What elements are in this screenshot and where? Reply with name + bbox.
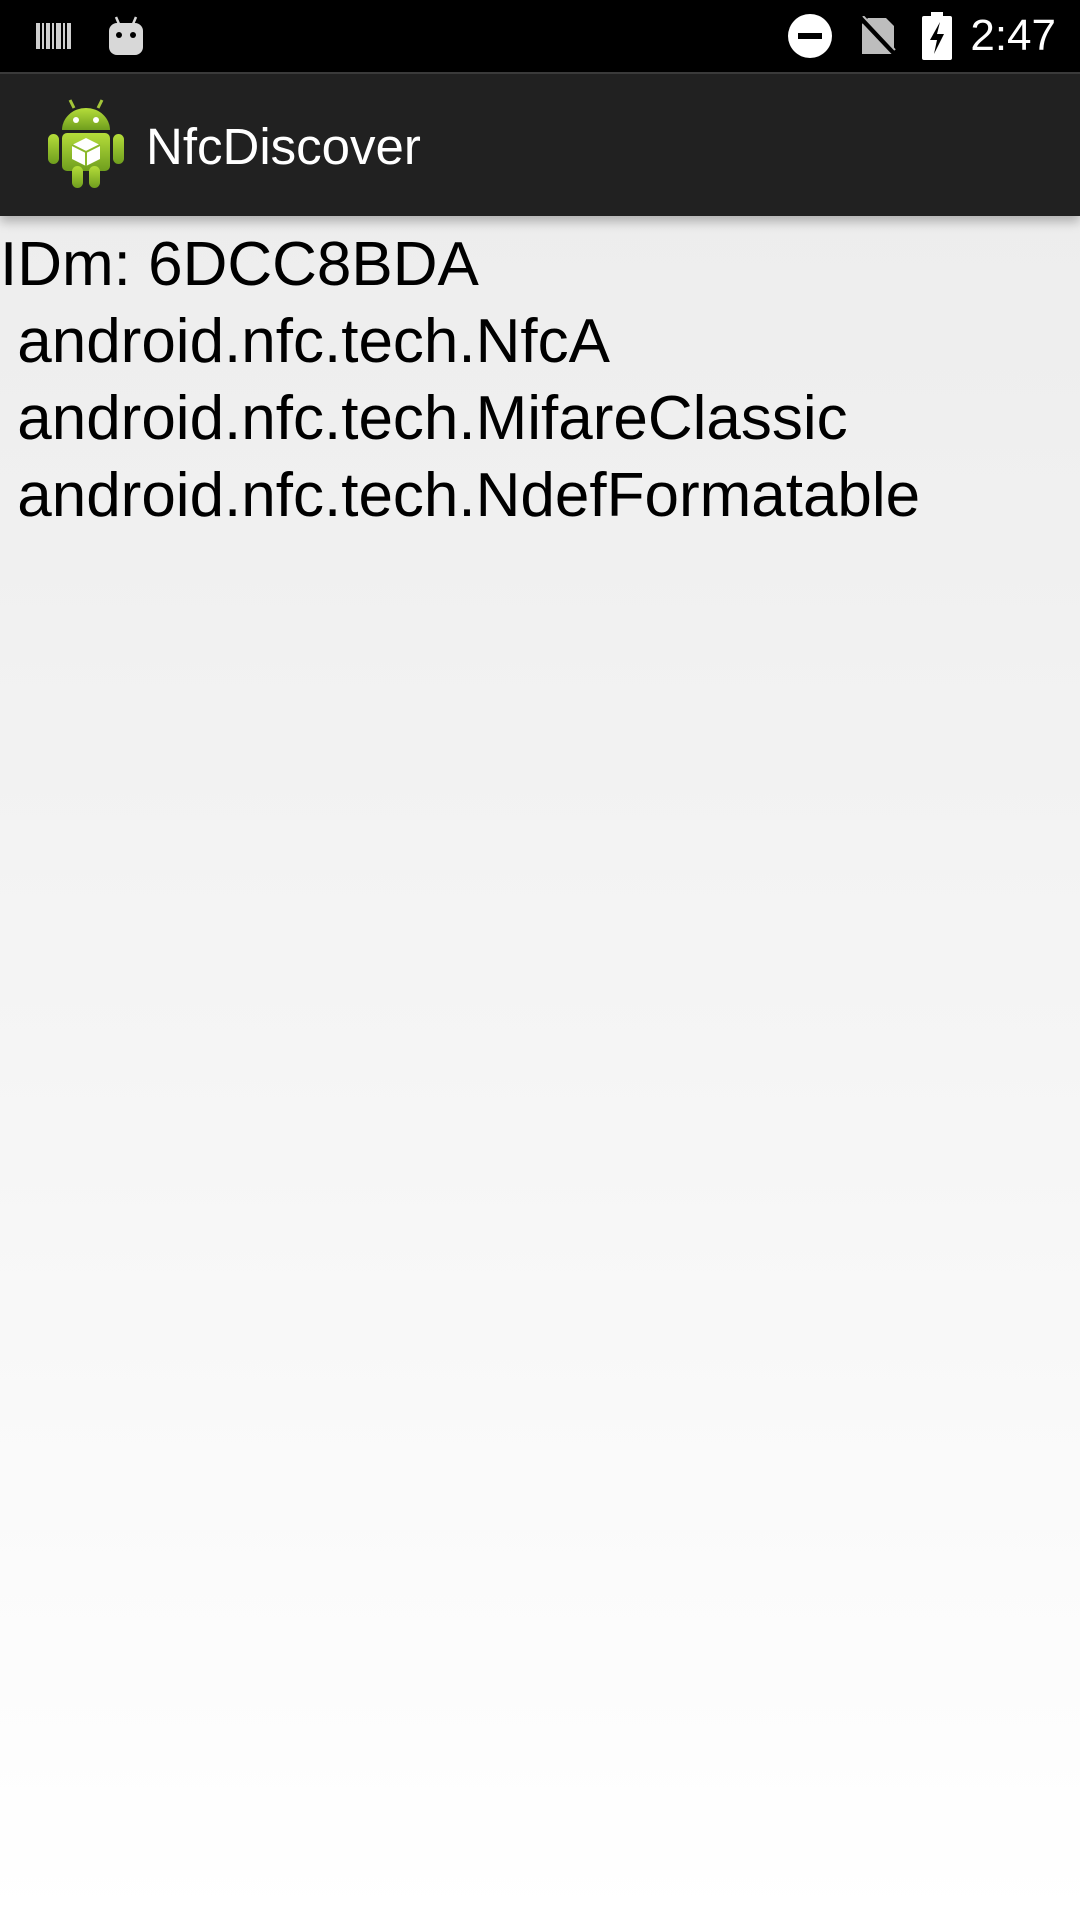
app-title: NfcDiscover (146, 118, 421, 175)
android-app-icon (44, 98, 128, 190)
no-sim-icon (858, 0, 898, 72)
status-bar: 2:47 (0, 0, 1080, 72)
tech-line-mifareclassic: android.nfc.tech.MifareClassic (0, 384, 848, 453)
idm-line: IDm: 6DCC8BDA (0, 230, 479, 299)
barcode-icon (34, 0, 74, 72)
battery-charging-icon (920, 0, 954, 72)
status-time: 2:47 (970, 11, 1056, 60)
tech-line-nfca: android.nfc.tech.NfcA (0, 307, 610, 376)
tech-line-ndefformatable: android.nfc.tech.NdefFormatable (0, 461, 921, 530)
do-not-disturb-icon (786, 0, 834, 72)
content-text: IDm: 6DCC8BDA android.nfc.tech.NfcA andr… (0, 226, 1080, 534)
screen: 2:47 NfcDiscover IDm: 6DCC8BDA android.n… (0, 0, 1080, 1920)
android-debug-icon (104, 0, 148, 72)
app-bar: NfcDiscover (0, 72, 1080, 216)
